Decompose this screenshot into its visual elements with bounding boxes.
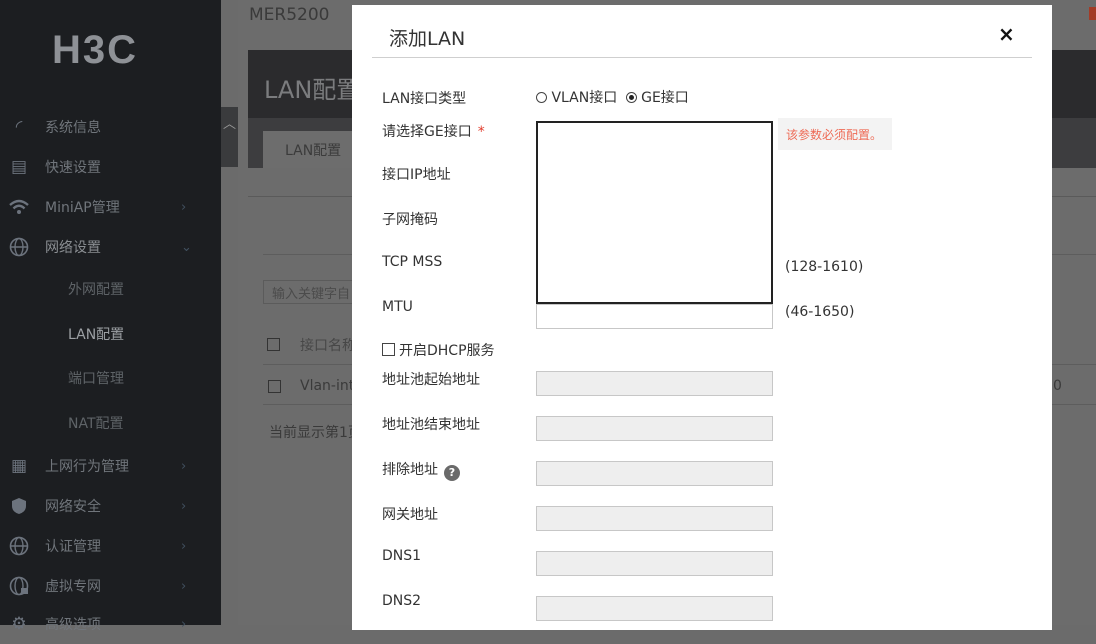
- pager-text: 当前显示第1页: [269, 425, 362, 441]
- dhcp-checkbox[interactable]: [382, 343, 395, 356]
- device-model: MER5200: [249, 5, 330, 25]
- globe-icon: [8, 535, 30, 557]
- dialog-title: 添加LAN: [389, 28, 466, 50]
- sidebar-item-label: 上网行为管理: [45, 459, 129, 475]
- sidebar-item-auth[interactable]: 认证管理 ›: [0, 526, 221, 566]
- gateway-input[interactable]: [536, 506, 773, 531]
- sidebar: H3C ◜ 系统信息 ▤ 快速设置 MiniAP管理 › 网络设置 ⌄ 外网配置…: [0, 0, 221, 634]
- clipboard-icon: ▤: [10, 157, 28, 177]
- globe-icon: [8, 236, 30, 258]
- exclude-label-text: 排除地址: [382, 462, 438, 478]
- tcp-mss-label: TCP MSS: [382, 254, 443, 270]
- mtu-input[interactable]: [536, 304, 773, 329]
- tab-lan-config[interactable]: LAN配置: [263, 131, 353, 168]
- radio-ge-label[interactable]: GE接口: [641, 90, 689, 106]
- gateway-label: 网关地址: [382, 507, 438, 523]
- tcp-mss-range: (128-1610): [785, 259, 864, 275]
- shield-icon: [8, 495, 30, 517]
- dialog-divider: [372, 57, 1032, 58]
- h3c-logo: H3C: [52, 30, 138, 70]
- mask-label: 子网掩码: [382, 212, 438, 228]
- pool-end-label: 地址池结束地址: [382, 417, 480, 433]
- gear-icon: ⚙: [11, 614, 27, 634]
- radio-ge[interactable]: [625, 92, 637, 103]
- globe-lock-icon: [8, 575, 30, 597]
- sidebar-item-label: 快速设置: [45, 160, 101, 176]
- search-placeholder: 输入关键字自: [272, 286, 351, 302]
- dhcp-label: 开启DHCP服务: [399, 343, 495, 359]
- pool-end-input[interactable]: [536, 416, 773, 441]
- alert-corner: [1089, 7, 1096, 20]
- table-cell-interface: Vlan-int: [300, 378, 355, 394]
- ip-label: 接口IP地址: [382, 167, 451, 183]
- close-icon[interactable]: ×: [998, 22, 1015, 46]
- tab-label: LAN配置: [285, 142, 342, 159]
- chevron-down-icon: ⌄: [181, 239, 192, 255]
- sidebar-item-label: 虚拟专网: [45, 579, 101, 595]
- sidebar-item-quick-setup[interactable]: ▤ 快速设置: [0, 147, 221, 187]
- sidebar-item-advanced[interactable]: ⚙ 高级选项 ›: [0, 604, 221, 644]
- wifi-icon: [8, 196, 30, 218]
- exclude-label: 排除地址?: [382, 459, 460, 481]
- dns2-label: DNS2: [382, 593, 422, 609]
- dns1-label: DNS1: [382, 548, 422, 564]
- sidebar-item-security[interactable]: 网络安全 ›: [0, 486, 221, 526]
- gauge-icon: ◜: [15, 117, 23, 137]
- select-ge-label: 请选择GE接口 *: [382, 121, 485, 141]
- error-tooltip: 该参数必须配置。: [778, 118, 892, 150]
- help-icon[interactable]: ?: [444, 464, 460, 481]
- sidebar-subitem-nat[interactable]: NAT配置: [68, 413, 124, 433]
- sidebar-subitem-port[interactable]: 端口管理: [68, 368, 124, 388]
- sidebar-item-vpn[interactable]: 虚拟专网 ›: [0, 566, 221, 606]
- sidebar-subitem-wan[interactable]: 外网配置: [68, 279, 124, 299]
- svg-text:H3C: H3C: [52, 30, 138, 70]
- interface-type-radio-group: VLAN接口 GE接口: [536, 87, 689, 107]
- chevron-right-icon: ›: [181, 199, 187, 215]
- sidebar-item-system-info[interactable]: ◜ 系统信息: [0, 107, 221, 147]
- chevron-up-icon: ︿: [222, 117, 236, 132]
- mtu-range: (46-1650): [785, 304, 855, 320]
- error-text: 该参数必须配置。: [786, 127, 883, 142]
- select-all-checkbox[interactable]: [267, 338, 280, 351]
- radio-vlan[interactable]: [536, 92, 547, 103]
- sidebar-item-miniap[interactable]: MiniAP管理 ›: [0, 187, 221, 227]
- sidebar-item-label: MiniAP管理: [45, 200, 120, 216]
- dns1-input[interactable]: [536, 551, 773, 576]
- required-mark: *: [477, 124, 485, 140]
- sidebar-item-network-settings[interactable]: 网络设置 ⌄: [0, 227, 221, 267]
- chevron-right-icon: ›: [181, 616, 187, 632]
- sidebar-item-label: 认证管理: [45, 539, 101, 555]
- page-title: LAN配置: [264, 76, 361, 104]
- exclude-input[interactable]: [536, 461, 773, 486]
- sidebar-item-label: 系统信息: [45, 120, 101, 136]
- search-input[interactable]: 输入关键字自: [263, 280, 363, 304]
- select-ge-label-text: 请选择GE接口: [382, 124, 472, 140]
- pool-start-label: 地址池起始地址: [382, 372, 480, 388]
- chevron-right-icon: ›: [181, 538, 187, 554]
- dhcp-toggle[interactable]: 开启DHCP服务: [382, 340, 495, 360]
- column-header-interface: 接口名称: [300, 338, 356, 354]
- sidebar-item-behavior[interactable]: ▦ 上网行为管理 ›: [0, 446, 221, 486]
- add-lan-dialog: 添加LAN × LAN接口类型 VLAN接口 GE接口 请选择GE接口 * 该参数…: [352, 5, 1052, 630]
- radio-vlan-label[interactable]: VLAN接口: [551, 90, 617, 106]
- interface-type-label: LAN接口类型: [382, 91, 467, 107]
- grid-icon: ▦: [10, 456, 28, 476]
- ge-interface-listbox[interactable]: [536, 121, 773, 304]
- table-cell-trailing: 0: [1053, 378, 1062, 394]
- sidebar-item-label: 高级选项: [45, 617, 101, 633]
- row-checkbox[interactable]: [268, 380, 281, 393]
- dns2-input[interactable]: [536, 596, 773, 621]
- chevron-right-icon: ›: [181, 578, 187, 594]
- sidebar-item-label: 网络设置: [45, 240, 101, 256]
- chevron-right-icon: ›: [181, 458, 187, 474]
- sidebar-collapse-button[interactable]: ︿: [221, 107, 238, 167]
- pool-start-input[interactable]: [536, 371, 773, 396]
- sidebar-item-label: 网络安全: [45, 499, 101, 515]
- mtu-label: MTU: [382, 299, 413, 315]
- chevron-right-icon: ›: [181, 498, 187, 514]
- sidebar-subitem-lan[interactable]: LAN配置: [68, 324, 124, 344]
